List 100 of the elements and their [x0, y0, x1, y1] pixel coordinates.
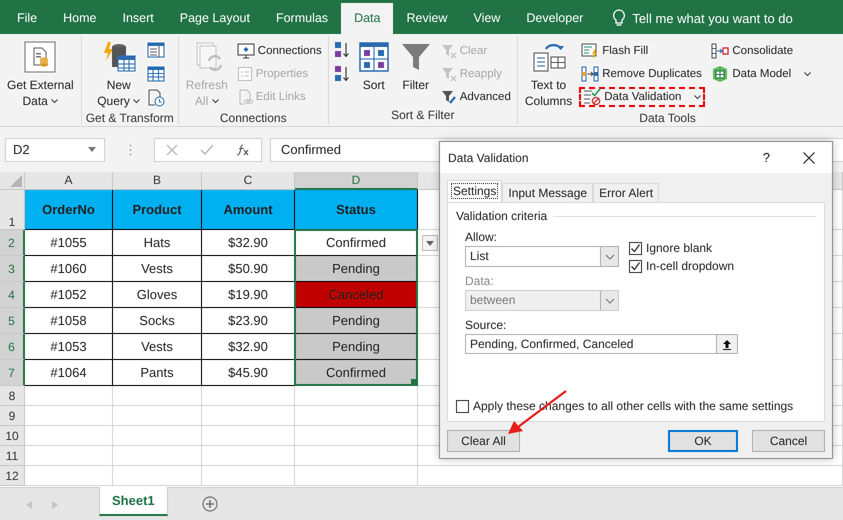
- column-header[interactable]: B: [113, 172, 202, 190]
- dialog-tab[interactable]: Error Alert: [593, 183, 660, 202]
- consolidate-icon: [711, 43, 730, 59]
- sort-descending-icon: [332, 64, 351, 84]
- table-cell: Pants: [113, 360, 202, 386]
- section-title: Validation criteria: [456, 209, 548, 223]
- collapse-button[interactable]: [716, 335, 737, 353]
- row-header[interactable]: 4: [0, 282, 25, 308]
- reapply-filter-icon: [440, 66, 457, 82]
- help-button[interactable]: ?: [762, 150, 770, 165]
- table-cell: Pending: [295, 256, 418, 282]
- dropdown-field[interactable]: List: [465, 246, 619, 267]
- row-header[interactable]: 8: [0, 386, 25, 406]
- ribbon-button[interactable]: Consolidate: [709, 41, 814, 61]
- ribbon-button[interactable]: New Query: [94, 39, 144, 111]
- cell-dropdown-button[interactable]: [422, 235, 438, 251]
- row-header[interactable]: 12: [0, 466, 25, 486]
- checkbox[interactable]: [629, 260, 642, 272]
- clear-filter-icon: [440, 43, 457, 59]
- check-icon[interactable]: [200, 144, 214, 156]
- menu-tab[interactable]: Developer: [513, 3, 596, 34]
- ribbon-button[interactable]: Text to Columns: [522, 39, 576, 111]
- menu-tab[interactable]: Formulas: [262, 3, 342, 34]
- row-header[interactable]: 10: [0, 426, 25, 446]
- caret-icon: [694, 94, 702, 100]
- group-label: Sort & Filter: [391, 108, 454, 122]
- dialog-button[interactable]: Cancel: [752, 430, 825, 452]
- group-label: Connections: [220, 111, 287, 125]
- column-header[interactable]: C: [202, 172, 295, 190]
- dropdown-icon: [426, 240, 434, 246]
- table-cell: #1055: [25, 230, 113, 256]
- flash-fill-icon: [581, 43, 600, 59]
- table-cell: Vests: [113, 256, 202, 282]
- function-icon[interactable]: [236, 144, 250, 156]
- table-cell: Hats: [113, 230, 202, 256]
- dialog-tab[interactable]: Input Message: [502, 183, 594, 202]
- checkmark-icon: [630, 242, 641, 254]
- upload-arrow-icon: [722, 338, 732, 350]
- caret-icon: [212, 98, 219, 104]
- name-box[interactable]: D2: [5, 138, 105, 162]
- close-icon[interactable]: [803, 152, 815, 164]
- table-cell: Vests: [113, 334, 202, 360]
- ribbon-button[interactable]: Flash Fill: [579, 41, 706, 61]
- row-header[interactable]: 2: [0, 230, 25, 256]
- checkmark-icon: [630, 260, 641, 272]
- row-header[interactable]: 6: [0, 334, 25, 360]
- ribbon-button[interactable]: Advanced: [438, 87, 513, 107]
- grip-icon: [129, 144, 132, 156]
- table-cell: #1058: [25, 308, 113, 334]
- properties-icon: [236, 66, 253, 82]
- header-cell: OrderNo: [25, 190, 113, 230]
- column-header[interactable]: D: [295, 172, 418, 190]
- ribbon-button[interactable]: Filter: [396, 39, 435, 108]
- checkbox[interactable]: [456, 400, 469, 412]
- row-header[interactable]: 7: [0, 360, 25, 386]
- group-label: Data Tools: [639, 111, 696, 125]
- ribbon-button[interactable]: Connections: [234, 41, 324, 61]
- advanced-filter-icon: [440, 89, 457, 105]
- menu-tab[interactable]: Review: [393, 3, 460, 34]
- row-header[interactable]: 11: [0, 446, 25, 466]
- row-header[interactable]: 5: [0, 308, 25, 334]
- header-cell: Amount: [202, 190, 295, 230]
- row-header[interactable]: 1: [0, 190, 25, 230]
- menu-tab[interactable]: Data: [341, 3, 394, 34]
- ribbon-button[interactable]: Data Model: [709, 64, 814, 84]
- ribbon-button[interactable]: Remove Duplicates: [579, 64, 706, 84]
- row-header[interactable]: 3: [0, 256, 25, 282]
- remove-duplicates-icon: [581, 66, 600, 82]
- dialog-button[interactable]: Clear All: [447, 430, 520, 452]
- add-sheet-icon[interactable]: [202, 496, 218, 512]
- table-cell: #1060: [25, 256, 113, 282]
- table-cell: Socks: [113, 308, 202, 334]
- monitor-icon: [236, 43, 255, 59]
- table-cell: #1053: [25, 334, 113, 360]
- field-label: Allow:: [465, 230, 498, 244]
- dialog-button[interactable]: OK: [668, 430, 738, 452]
- source-field[interactable]: Pending, Confirmed, Canceled: [465, 334, 738, 354]
- header-cell: Product: [113, 190, 202, 230]
- table-cell: Pending: [295, 308, 418, 334]
- column-header[interactable]: A: [25, 172, 113, 190]
- checkbox-label: In-cell dropdown: [646, 259, 734, 273]
- ribbon-button[interactable]: Get External Data: [4, 39, 77, 122]
- data-validation-icon: [583, 88, 602, 106]
- menu-tab[interactable]: Page Layout: [166, 3, 263, 34]
- checkbox[interactable]: [629, 242, 642, 254]
- menu-tab[interactable]: Home: [50, 3, 110, 34]
- sheet-tab[interactable]: Sheet1: [99, 487, 168, 516]
- menu-tab[interactable]: File: [4, 3, 50, 34]
- caret-icon: [133, 98, 140, 104]
- funnel-icon: [400, 41, 432, 73]
- ribbon-button[interactable]: Sort: [354, 39, 393, 108]
- lightbulb-icon: [612, 9, 626, 27]
- dialog-tab[interactable]: Settings: [447, 180, 502, 202]
- tell-me-search[interactable]: Tell me what you want to do: [632, 3, 793, 34]
- menu-tab[interactable]: Insert: [110, 3, 167, 34]
- row-header[interactable]: 9: [0, 406, 25, 426]
- table-icon: [147, 42, 166, 58]
- ribbon-button[interactable]: Data Validation: [579, 87, 706, 107]
- caret-icon: [804, 72, 812, 76]
- menu-tab[interactable]: View: [460, 3, 514, 34]
